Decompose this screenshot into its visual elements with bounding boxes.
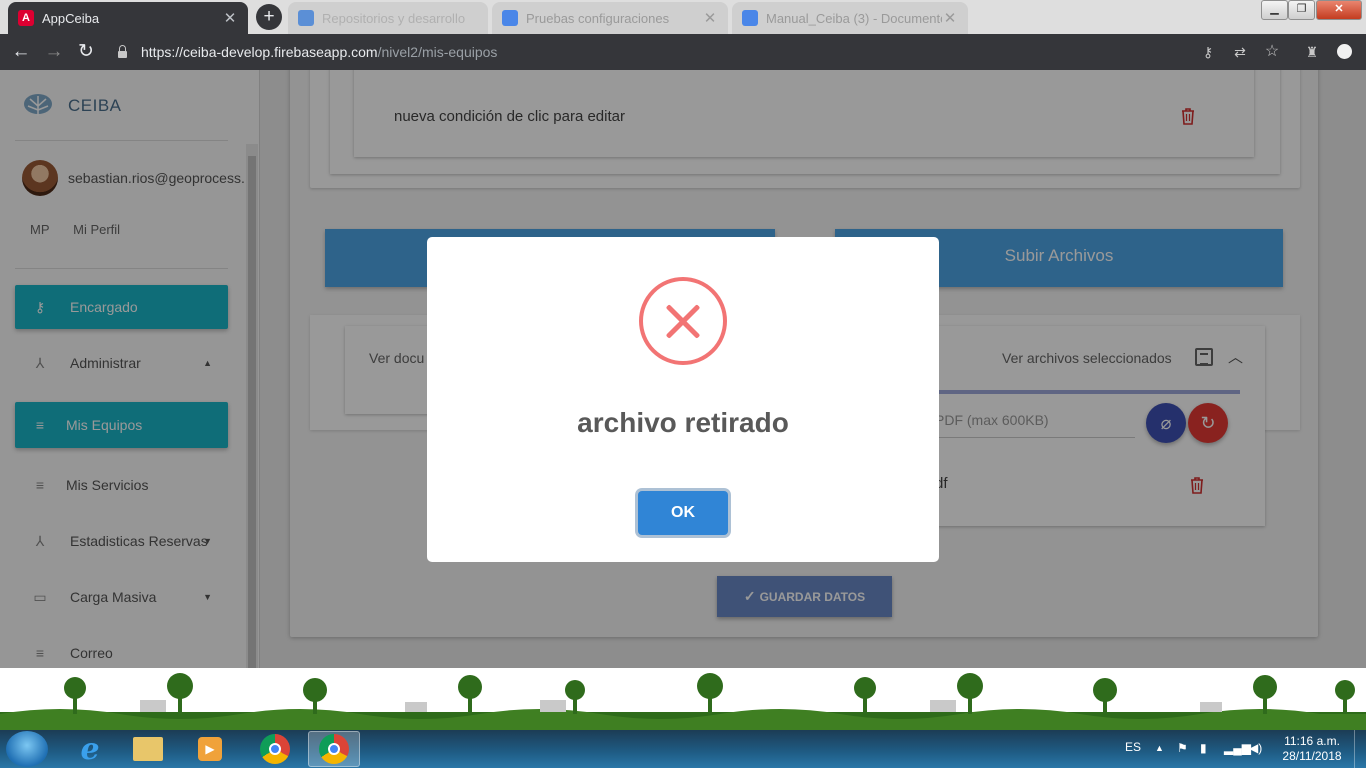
browser-tabstrip: A AppCeiba ✕ + Repositorios y desarrollo… xyxy=(0,0,1366,34)
tab-title: AppCeiba xyxy=(42,10,100,26)
tab-appceiba[interactable]: A AppCeiba ✕ xyxy=(8,2,248,34)
windows-taskbar: e ▶ ES ▲ ⚑ ▮ ▂▄▆ ◀) 11:16 a.m. 28/11/201… xyxy=(0,730,1366,768)
key-icon[interactable]: ⚷ xyxy=(1199,43,1217,61)
translate-icon[interactable]: ⇄ xyxy=(1231,43,1249,61)
tab-close-icon[interactable]: ✕ xyxy=(222,9,238,27)
clock-time: 11:16 a.m. xyxy=(1284,734,1340,748)
flag-icon[interactable]: ⚑ xyxy=(1177,741,1188,755)
volume-icon[interactable]: ◀) xyxy=(1249,741,1262,755)
dialog-title: archivo retirado xyxy=(577,407,789,438)
lock-icon xyxy=(118,45,127,58)
ok-button[interactable]: OK xyxy=(638,491,728,535)
network-icon[interactable]: ▂▄▆ xyxy=(1224,741,1251,755)
show-desktop-button[interactable] xyxy=(1354,730,1366,768)
tab-close-icon[interactable]: ✕ xyxy=(702,9,718,27)
chrome-active-icon[interactable] xyxy=(308,731,360,767)
forward-icon[interactable]: → xyxy=(41,39,67,65)
media-player-icon[interactable]: ▶ xyxy=(184,731,236,767)
new-tab-button[interactable]: + xyxy=(256,4,282,30)
alert-dialog: archivo retirado OK xyxy=(427,237,939,562)
bookmark-star-icon[interactable]: ☆ xyxy=(1263,43,1281,61)
tab-title: Pruebas configuraciones xyxy=(526,10,670,26)
browser-toolbar: ← → ↻ https://ceiba-develop.firebaseapp.… xyxy=(0,34,1366,70)
tab-close-icon[interactable]: ✕ xyxy=(942,9,958,27)
window-close-button[interactable]: ✕ xyxy=(1316,0,1362,20)
landscape-banner-image xyxy=(0,668,1366,730)
angular-icon: A xyxy=(18,10,34,26)
maximize-button[interactable]: ❐ xyxy=(1288,0,1315,20)
language-indicator[interactable]: ES xyxy=(1125,740,1141,754)
reload-icon[interactable]: ↻ xyxy=(73,39,99,65)
error-x-icon xyxy=(639,277,727,365)
taskbar-clock[interactable]: 11:16 a.m. 28/11/2018 xyxy=(1278,734,1346,764)
doc-icon xyxy=(742,10,758,26)
doc-icon xyxy=(298,10,314,26)
clock-date: 28/11/2018 xyxy=(1282,749,1342,763)
back-icon[interactable]: ← xyxy=(8,39,34,65)
url-path: /nivel2/mis-equipos xyxy=(377,44,498,60)
tab-manual[interactable]: Manual_Ceiba (3) - Documentos ✕ xyxy=(732,2,968,34)
power-icon[interactable]: ▮ xyxy=(1200,741,1207,755)
url-host: https://ceiba-develop.firebaseapp.com xyxy=(141,44,378,60)
tab-repositorios[interactable]: Repositorios y desarrollo xyxy=(288,2,488,34)
tab-title: Manual_Ceiba (3) - Documentos xyxy=(766,10,942,26)
tab-pruebas[interactable]: Pruebas configuraciones ✕ xyxy=(492,2,728,34)
chrome-icon[interactable] xyxy=(249,731,301,767)
tray-expand-icon[interactable]: ▲ xyxy=(1155,743,1164,753)
app-page: CEIBA sebastian.rios@geoprocess.com.co M… xyxy=(0,70,1366,668)
doc-icon xyxy=(502,10,518,26)
incognito-icon[interactable]: ♜ xyxy=(1303,43,1321,61)
windows-start-button[interactable] xyxy=(6,731,48,767)
tab-title: Repositorios y desarrollo xyxy=(322,10,466,26)
minimize-button[interactable]: ▁ xyxy=(1261,0,1288,20)
internet-explorer-icon[interactable]: e xyxy=(64,731,116,767)
address-bar[interactable]: https://ceiba-develop.firebaseapp.com/ni… xyxy=(108,38,1198,66)
file-explorer-icon[interactable] xyxy=(122,731,174,767)
profile-icon[interactable] xyxy=(1335,43,1353,61)
